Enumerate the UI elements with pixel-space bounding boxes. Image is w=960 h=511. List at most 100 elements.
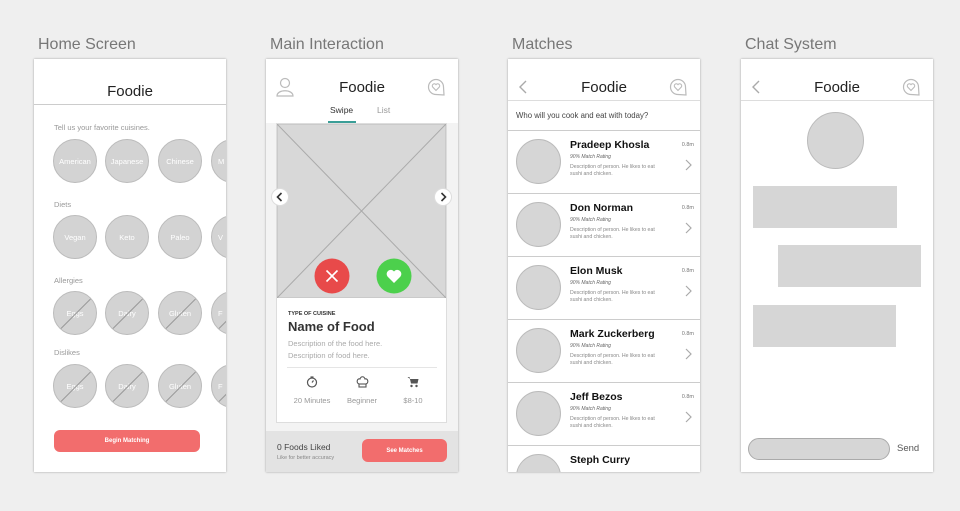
match-distance: 0.8m bbox=[681, 268, 694, 274]
dislike-option[interactable]: Dairy bbox=[105, 364, 149, 408]
main-header: Foodie bbox=[266, 59, 458, 101]
chat-header: Foodie bbox=[741, 59, 933, 101]
food-card[interactable]: TYPE OF CUISINE Name of Food Description… bbox=[276, 123, 447, 423]
match-item[interactable]: Pradeep Khosla 90% Match Rating Descript… bbox=[508, 131, 700, 194]
match-name: Jeff Bezos bbox=[570, 391, 623, 403]
difficulty-stat: Beginner bbox=[346, 396, 378, 405]
chevron-right-icon bbox=[685, 411, 692, 423]
match-distance: 0.8m bbox=[681, 394, 694, 400]
previous-arrow-icon[interactable] bbox=[271, 188, 289, 206]
price-stat: $8-10 bbox=[403, 396, 423, 405]
message-bubble-sent bbox=[778, 245, 921, 287]
food-description: Description of food here. bbox=[288, 351, 370, 360]
chef-hat-icon bbox=[356, 376, 369, 388]
match-rating: 90% Match Rating bbox=[570, 343, 611, 349]
chevron-right-icon bbox=[685, 222, 692, 234]
avatar bbox=[516, 454, 561, 472]
match-name: Mark Zuckerberg bbox=[570, 328, 655, 340]
allergy-option[interactable]: Dairy bbox=[105, 291, 149, 335]
match-distance: 0.8m bbox=[681, 205, 694, 211]
matches-heart-icon[interactable] bbox=[902, 78, 920, 96]
allergy-option[interactable]: Gluten bbox=[158, 291, 202, 335]
dislike-option[interactable]: F bbox=[211, 364, 226, 408]
diet-option[interactable]: Vegan bbox=[53, 215, 97, 259]
chevron-right-icon bbox=[685, 348, 692, 360]
allergy-option[interactable]: F bbox=[211, 291, 226, 335]
foods-liked-count: 0 Foods Liked bbox=[277, 442, 331, 452]
match-description: Description of person. He likes to eat s… bbox=[570, 227, 655, 240]
match-item[interactable]: Mark Zuckerberg 90% Match Rating Descrip… bbox=[508, 320, 700, 383]
match-item[interactable]: Jeff Bezos 90% Match Rating Description … bbox=[508, 383, 700, 446]
dislike-option[interactable]: Gluten bbox=[158, 364, 202, 408]
dislike-button[interactable] bbox=[314, 258, 350, 294]
matches-screen: Foodie Who will you cook and eat with to… bbox=[508, 59, 700, 472]
cuisine-option[interactable]: American bbox=[53, 139, 97, 183]
match-rating: 90% Match Rating bbox=[570, 406, 611, 412]
see-matches-button[interactable]: See Matches bbox=[362, 439, 447, 462]
cuisine-option[interactable]: Chinese bbox=[158, 139, 202, 183]
home-screen: Foodie Tell us your favorite cuisines. A… bbox=[34, 59, 226, 472]
label-home-screen: Home Screen bbox=[38, 36, 136, 53]
cuisine-option[interactable]: M bbox=[211, 139, 226, 183]
bottom-bar: 0 Foods Liked Like for better accuracy S… bbox=[266, 431, 458, 472]
diets-label: Diets bbox=[54, 200, 72, 209]
cuisine-option[interactable]: Japanese bbox=[105, 139, 149, 183]
match-description: Description of person. He likes to eat s… bbox=[570, 164, 655, 177]
allergy-option[interactable]: Eggs bbox=[53, 291, 97, 335]
avatar bbox=[516, 391, 561, 436]
avatar bbox=[516, 202, 561, 247]
match-name: Steph Curry bbox=[570, 454, 631, 466]
next-arrow-icon[interactable] bbox=[434, 188, 452, 206]
label-main-interaction: Main Interaction bbox=[270, 36, 384, 53]
message-input[interactable] bbox=[748, 438, 890, 460]
label-matches: Matches bbox=[512, 36, 573, 53]
match-item[interactable]: Don Norman 90% Match Rating Description … bbox=[508, 194, 700, 257]
dislikes-label: Dislikes bbox=[54, 348, 80, 357]
home-header: Foodie bbox=[34, 59, 226, 105]
chevron-right-icon bbox=[685, 159, 692, 171]
begin-matching-button[interactable]: Begin Matching bbox=[54, 430, 200, 452]
send-button[interactable]: Send bbox=[897, 443, 919, 454]
match-name: Pradeep Khosla bbox=[570, 139, 650, 151]
match-item[interactable]: Steph Curry bbox=[508, 446, 700, 472]
cuisine-type: TYPE OF CUISINE bbox=[288, 311, 336, 317]
avatar bbox=[516, 265, 561, 310]
match-description: Description of person. He likes to eat s… bbox=[570, 290, 655, 303]
cuisines-label: Tell us your favorite cuisines. bbox=[54, 123, 150, 132]
food-name: Name of Food bbox=[288, 319, 375, 334]
match-description: Description of person. He likes to eat s… bbox=[570, 416, 655, 429]
matches-prompt-bar: Who will you cook and eat with today? bbox=[508, 101, 700, 131]
dislike-option[interactable]: Eggs bbox=[53, 364, 97, 408]
diet-option[interactable]: Keto bbox=[105, 215, 149, 259]
match-name: Elon Musk bbox=[570, 265, 623, 277]
matches-prompt: Who will you cook and eat with today? bbox=[516, 111, 649, 120]
chevron-right-icon bbox=[685, 285, 692, 297]
match-item[interactable]: Elon Musk 90% Match Rating Description o… bbox=[508, 257, 700, 320]
match-rating: 90% Match Rating bbox=[570, 217, 611, 223]
avatar bbox=[516, 328, 561, 373]
matches-header: Foodie bbox=[508, 59, 700, 101]
like-hint: Like for better accuracy bbox=[277, 455, 335, 461]
match-rating: 90% Match Rating bbox=[570, 280, 611, 286]
label-chat-system: Chat System bbox=[745, 36, 837, 53]
matches-heart-icon[interactable] bbox=[669, 78, 687, 96]
matches-heart-icon[interactable] bbox=[427, 78, 445, 96]
diet-option[interactable]: V bbox=[211, 215, 226, 259]
diet-option[interactable]: Paleo bbox=[158, 215, 202, 259]
tab-list[interactable]: List bbox=[377, 105, 390, 115]
avatar bbox=[516, 139, 561, 184]
like-button[interactable] bbox=[376, 258, 412, 294]
tab-swipe[interactable]: Swipe bbox=[330, 105, 353, 115]
match-name: Don Norman bbox=[570, 202, 633, 214]
match-rating: 90% Match Rating bbox=[570, 154, 611, 160]
main-interaction-screen: Foodie Swipe List TYPE OF CUISINE Name o… bbox=[266, 59, 458, 472]
message-bubble-received bbox=[753, 186, 897, 228]
match-distance: 0.8m bbox=[681, 331, 694, 337]
food-image-placeholder bbox=[277, 124, 446, 298]
chat-screen: Foodie Send bbox=[741, 59, 933, 472]
match-description: Description of person. He likes to eat s… bbox=[570, 353, 655, 366]
chat-avatar bbox=[807, 112, 864, 169]
timer-icon bbox=[306, 376, 318, 388]
app-title: Foodie bbox=[107, 83, 153, 100]
match-distance: 0.8m bbox=[681, 142, 694, 148]
